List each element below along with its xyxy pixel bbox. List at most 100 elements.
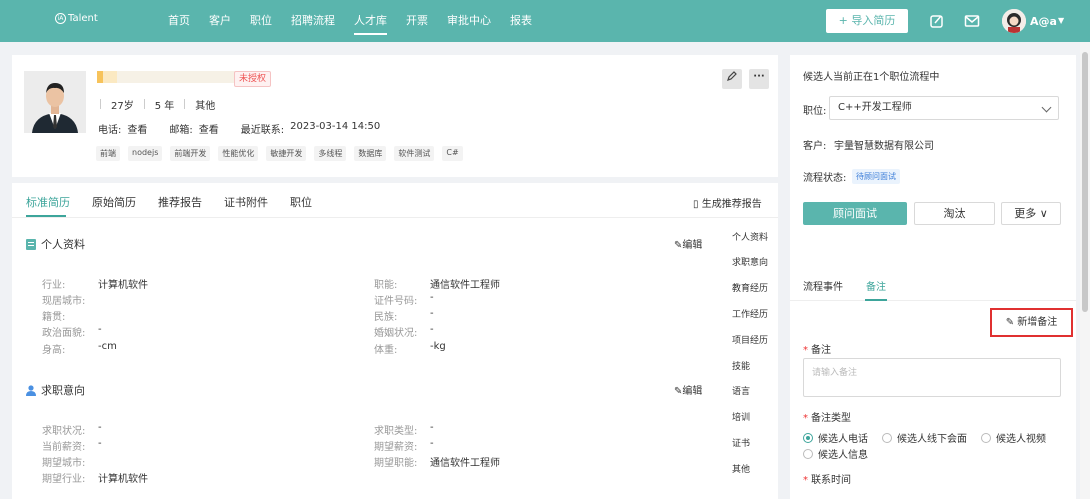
user-avatar[interactable] <box>1002 9 1026 33</box>
field-value: 通信软件工程师 <box>430 458 500 469</box>
more-actions-button[interactable]: ··· <box>749 69 769 89</box>
nav-item-home[interactable]: 首页 <box>168 0 190 42</box>
nav-item-positions[interactable]: 职位 <box>250 0 272 42</box>
edit-intent-button[interactable]: ✎编辑 <box>674 382 702 397</box>
anchor-work[interactable]: 工作经历 <box>732 307 768 320</box>
field-value: 计算机软件 <box>98 280 148 291</box>
anchor-language[interactable]: 语言 <box>732 384 750 397</box>
process-tabs: 流程事件 备注 <box>803 278 909 293</box>
tab-attachments[interactable]: 证书附件 <box>224 194 268 210</box>
skill-tag: 软件测试 <box>394 146 435 161</box>
page-scrollbar[interactable] <box>1080 42 1090 499</box>
document-icon: ▯ <box>693 199 699 210</box>
radio-unchecked-icon <box>882 432 892 443</box>
tab-notes[interactable]: 备注 <box>866 278 886 293</box>
anchor-projects[interactable]: 项目经历 <box>732 333 768 346</box>
generate-report-label: 生成推荐报告 <box>701 199 762 210</box>
anchor-intent[interactable]: 求职意向 <box>732 255 768 268</box>
reject-button[interactable]: 淘汰 <box>914 202 995 225</box>
anchor-training[interactable]: 培训 <box>732 410 750 423</box>
view-phone-link[interactable]: 查看 <box>127 121 147 136</box>
nav-item-recruit-process[interactable]: 招聘流程 <box>291 0 335 42</box>
personal-title: 个人资料 <box>41 238 85 251</box>
generate-report-button[interactable]: ▯ 生成推荐报告 <box>693 195 762 210</box>
edit-label: 编辑 <box>682 240 703 251</box>
tabs-divider <box>12 217 778 218</box>
field-label: 籍贯: <box>42 312 66 323</box>
nav-item-reports[interactable]: 报表 <box>510 0 532 42</box>
ellipsis-icon: ··· <box>753 71 765 82</box>
divider <box>100 99 101 109</box>
field-label: 行业: <box>42 280 66 291</box>
edit-square-icon: ✎ <box>1005 317 1015 328</box>
mail-icon[interactable] <box>964 13 980 29</box>
scroll-thumb[interactable] <box>1082 52 1088 312</box>
radio-phone[interactable]: 候选人电话 <box>803 430 868 445</box>
field-value: - <box>98 422 102 433</box>
client-label: 客户: <box>803 141 827 152</box>
chevron-down-icon: ∨ <box>1039 207 1048 220</box>
field-label: 求职状况: <box>42 426 86 437</box>
consultant-interview-button[interactable]: 顾问面试 <box>803 202 907 225</box>
app-logo[interactable]: iA Talent <box>55 13 98 24</box>
tab-original-resume[interactable]: 原始简历 <box>92 194 136 210</box>
skill-tag: 多线程 <box>314 146 347 161</box>
edit-label: 编辑 <box>682 386 703 397</box>
field-label: 体重: <box>374 345 398 356</box>
position-select[interactable]: C++开发工程师 <box>829 96 1059 120</box>
edit-square-icon[interactable] <box>929 13 945 29</box>
field-value: - <box>98 324 102 335</box>
field-label: 现居城市: <box>42 296 86 307</box>
candidate-experience: 5 年 <box>154 101 175 112</box>
radio-unchecked-icon <box>803 448 813 459</box>
view-email-link[interactable]: 查看 <box>199 121 219 136</box>
client-value: 宇量智慧数据有限公司 <box>834 141 934 152</box>
top-bar: iA Talent 首页 客户 职位 招聘流程 人才库 开票 审批中心 报表 +… <box>0 0 1090 42</box>
phone-label: 电话: <box>98 125 122 136</box>
radio-video[interactable]: 候选人视频 <box>981 430 1046 445</box>
skill-tag: 前端 <box>96 146 120 161</box>
more-button[interactable]: 更多 ∨ <box>1001 202 1061 225</box>
field-value: - <box>98 438 102 449</box>
nav-item-approval[interactable]: 审批中心 <box>447 0 491 42</box>
tab-recommend-report[interactable]: 推荐报告 <box>158 194 202 210</box>
user-icon <box>26 384 36 396</box>
edit-profile-button[interactable] <box>722 69 742 89</box>
skill-tag: C# <box>442 146 463 161</box>
user-name[interactable]: A@a <box>1030 15 1057 28</box>
skill-tag: 数据库 <box>354 146 387 161</box>
nav-item-clients[interactable]: 客户 <box>209 0 231 42</box>
chevron-down-icon <box>1041 102 1052 113</box>
field-value: -kg <box>430 341 446 352</box>
add-note-button[interactable]: ✎ 新增备注 <box>990 308 1073 337</box>
add-note-label: 新增备注 <box>1017 317 1058 328</box>
note-textarea[interactable]: 请输入备注 <box>803 358 1061 397</box>
import-resume-button[interactable]: + 导入简历 <box>826 9 908 33</box>
tab-process-events[interactable]: 流程事件 <box>803 278 843 293</box>
note-field-label: * 备注 <box>803 345 831 356</box>
radio-offline-meeting[interactable]: 候选人线下会面 <box>882 430 967 445</box>
anchor-certificates[interactable]: 证书 <box>732 436 750 449</box>
field-label: 政治面貌: <box>42 328 86 339</box>
anchor-education[interactable]: 教育经历 <box>732 281 768 294</box>
resume-tabs: 标准简历 原始简历 推荐报告 证书附件 职位 <box>26 194 334 210</box>
field-value: 计算机软件 <box>98 474 148 485</box>
email-label: 邮箱: <box>169 125 193 136</box>
nav-item-invoice[interactable]: 开票 <box>406 0 428 42</box>
nav-item-talent-pool[interactable]: 人才库 <box>354 0 387 42</box>
position-value: C++开发工程师 <box>838 102 912 113</box>
section-title-intent: 求职意向 <box>26 382 85 398</box>
edit-personal-button[interactable]: ✎编辑 <box>674 236 702 251</box>
skill-tag: nodejs <box>128 146 163 161</box>
candidate-photo <box>24 71 86 133</box>
caret-down-icon[interactable]: ▼ <box>1058 16 1064 25</box>
section-title-personal: 个人资料 <box>26 236 85 252</box>
tab-positions[interactable]: 职位 <box>290 194 312 210</box>
radio-label: 候选人电话 <box>818 434 868 445</box>
radio-candidate-info[interactable]: 候选人信息 <box>803 446 868 461</box>
tab-standard-resume[interactable]: 标准简历 <box>26 194 70 210</box>
person-photo-icon <box>24 71 86 133</box>
anchor-skills[interactable]: 技能 <box>732 359 750 372</box>
anchor-other[interactable]: 其他 <box>732 462 750 475</box>
anchor-personal[interactable]: 个人资料 <box>732 230 768 243</box>
